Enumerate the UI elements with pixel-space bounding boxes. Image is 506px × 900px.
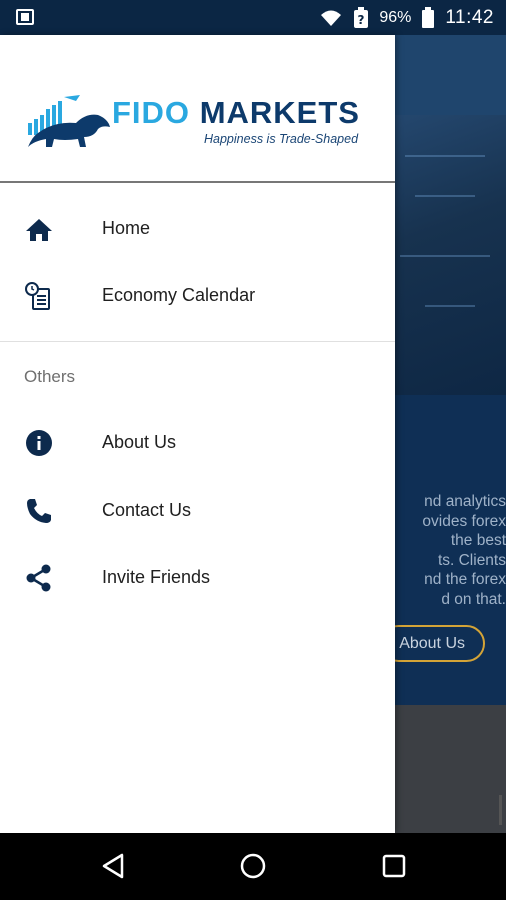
menu-item-economy-calendar[interactable]: Economy Calendar bbox=[0, 263, 395, 329]
menu-item-label: About Us bbox=[102, 432, 177, 452]
back-icon[interactable] bbox=[98, 851, 128, 881]
hero-image bbox=[395, 115, 506, 395]
brand-tagline: Happiness is Trade-Shaped bbox=[204, 132, 359, 146]
about-us-button[interactable]: About Us bbox=[380, 625, 485, 662]
brand-second: MARKETS bbox=[199, 95, 360, 130]
drawer-header: FIDO MARKETS Happiness is Trade-Shaped bbox=[0, 35, 395, 183]
share-icon bbox=[26, 564, 51, 592]
menu-item-label: Economy Calendar bbox=[102, 285, 256, 305]
scrollbar bbox=[499, 795, 502, 825]
svg-text:?: ? bbox=[358, 13, 365, 27]
phone-icon bbox=[27, 499, 51, 523]
recents-icon[interactable] bbox=[379, 851, 409, 881]
intro-text-line: d on that. bbox=[441, 590, 506, 608]
info-icon bbox=[26, 430, 52, 456]
battery-percent: 96% bbox=[379, 9, 412, 26]
intro-text-line: nd analytics bbox=[424, 493, 506, 510]
fido-markets-logo: FIDO MARKETS Happiness is Trade-Shaped bbox=[24, 93, 369, 149]
home-nav-icon[interactable] bbox=[238, 851, 268, 881]
wifi-icon bbox=[321, 10, 342, 26]
system-nav-bar bbox=[0, 833, 506, 900]
navigation-drawer: FIDO MARKETS Happiness is Trade-Shaped H… bbox=[0, 35, 395, 833]
menu-item-contact-us[interactable]: Contact Us bbox=[0, 478, 395, 544]
brand-first: FIDO bbox=[112, 95, 191, 130]
menu-item-home[interactable]: Home bbox=[0, 196, 395, 262]
menu-item-about-us[interactable]: About Us bbox=[0, 410, 395, 476]
sim-notification-icon bbox=[16, 9, 34, 25]
brand-name: FIDO MARKETS bbox=[112, 95, 360, 131]
battery-alert-icon: ? bbox=[354, 7, 369, 28]
home-icon bbox=[26, 219, 52, 241]
menu-item-label: Home bbox=[102, 218, 151, 238]
intro-text-line: ovides forex bbox=[422, 512, 506, 530]
menu-item-label: Invite Friends bbox=[102, 567, 211, 587]
intro-text: nd analytics ovides forex the best ts. C… bbox=[380, 492, 506, 610]
intro-text-line: ts. Clients bbox=[437, 551, 506, 569]
section-header-others: Others bbox=[24, 367, 76, 386]
intro-text-line: nd the forex bbox=[424, 571, 506, 589]
bull-logo-icon bbox=[28, 95, 110, 147]
menu-item-label: Contact Us bbox=[102, 500, 192, 520]
app-toolbar bbox=[395, 35, 506, 115]
status-bar: ? 96% 11:42 bbox=[0, 0, 506, 35]
menu-divider bbox=[0, 341, 395, 342]
menu-item-invite-friends[interactable]: Invite Friends bbox=[0, 545, 395, 611]
clock: 11:42 bbox=[445, 7, 494, 28]
bottom-section bbox=[395, 705, 506, 833]
battery-icon bbox=[422, 7, 435, 28]
intro-text-line: the best bbox=[450, 532, 506, 550]
calendar-icon bbox=[25, 282, 50, 310]
